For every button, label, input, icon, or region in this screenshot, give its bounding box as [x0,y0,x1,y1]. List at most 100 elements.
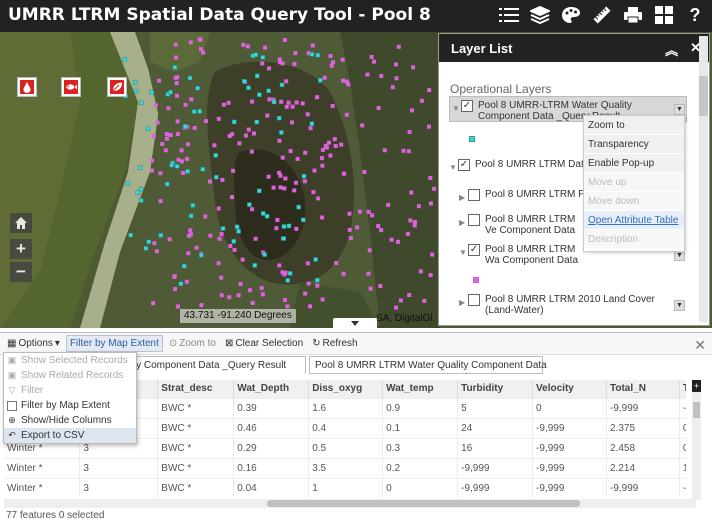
sample-point-marker[interactable] [253,236,258,241]
sample-point-marker[interactable] [174,55,178,60]
layer-row-water-quality[interactable]: ▼ ✓ Pool 8 UMRR LTRM Wa Component Data [459,244,585,266]
query-result-marker[interactable] [301,217,306,223]
sample-point-marker[interactable] [184,279,189,284]
sample-point-marker[interactable] [305,112,310,117]
sample-point-marker[interactable] [430,252,435,257]
sample-point-marker[interactable] [250,300,255,305]
zoom-to-button[interactable]: ⊙ Zoom to [166,336,219,351]
menu-export-to-csv[interactable]: ↶ Export to CSV [4,428,136,443]
sample-point-marker[interactable] [357,209,362,214]
sample-point-marker[interactable] [154,249,159,254]
query-result-marker[interactable] [145,126,151,132]
sample-point-marker[interactable] [308,304,313,309]
sample-point-marker[interactable] [183,102,188,107]
sample-point-marker[interactable] [198,37,203,42]
sample-point-marker[interactable] [393,62,398,67]
sample-point-marker[interactable] [348,236,353,241]
sample-point-marker[interactable] [192,125,197,130]
query-result-marker[interactable] [185,169,190,174]
scrollbar-thumb[interactable] [699,76,708,116]
sample-point-marker[interactable] [302,179,307,184]
layer-list-scrollbar[interactable] [699,36,708,322]
sample-point-marker[interactable] [303,291,308,296]
sample-point-marker[interactable] [428,201,433,206]
sample-point-marker[interactable] [219,275,224,280]
query-result-marker[interactable] [139,100,144,106]
query-result-marker[interactable] [168,90,173,95]
sample-point-marker[interactable] [310,43,315,48]
sample-point-marker[interactable] [328,153,333,158]
col-header-wat-depth[interactable]: Wat_Depth [233,380,310,398]
query-result-marker[interactable] [252,263,258,268]
sample-point-marker[interactable] [173,287,178,292]
sample-point-marker[interactable] [271,185,276,190]
sample-point-marker[interactable] [378,284,383,288]
sample-point-marker[interactable] [157,78,162,83]
sample-point-marker[interactable] [326,140,331,145]
sample-point-marker[interactable] [220,177,225,182]
sample-point-marker[interactable] [288,149,293,153]
sample-point-marker[interactable] [419,98,424,103]
zoom-in-button[interactable]: + [10,239,32,259]
sample-point-marker[interactable] [212,143,217,148]
sample-point-marker[interactable] [294,226,299,231]
query-result-marker[interactable] [254,119,260,125]
sample-point-marker[interactable] [219,293,224,298]
sample-point-marker[interactable] [322,75,327,80]
query-result-marker[interactable] [318,78,323,83]
sample-point-marker[interactable] [300,101,305,106]
query-result-marker[interactable] [260,55,266,60]
sample-point-marker[interactable] [175,132,180,137]
sample-point-marker[interactable] [228,244,233,248]
sample-point-marker[interactable] [333,144,338,148]
query-result-marker[interactable] [260,211,266,216]
sample-point-marker[interactable] [340,57,345,62]
sample-point-marker[interactable] [245,44,250,49]
sample-point-marker[interactable] [176,157,181,162]
sample-point-marker[interactable] [227,295,232,300]
refresh-button[interactable]: ↻ Refresh [309,336,360,351]
menu-transparency[interactable]: Transparency [584,135,684,154]
sample-point-marker[interactable] [238,282,243,287]
sample-point-marker[interactable] [282,186,287,191]
sample-point-marker[interactable] [250,207,255,212]
sample-point-marker[interactable] [376,224,381,229]
menu-filter-by-map-extent[interactable]: Filter by Map Extent [4,398,136,413]
expand-icon[interactable]: ▼ [459,247,468,258]
sample-point-marker[interactable] [216,206,221,211]
sample-point-marker[interactable] [153,103,158,108]
options-button[interactable]: ▦ Options ▾ [4,336,63,351]
query-result-marker[interactable] [149,90,154,95]
sample-point-marker[interactable] [164,132,169,136]
sample-point-marker[interactable] [405,231,410,236]
sample-point-marker[interactable] [166,106,171,111]
sample-point-marker[interactable] [203,214,208,219]
close-icon[interactable]: ✕ [694,337,706,354]
sample-point-marker[interactable] [236,293,241,298]
sample-point-marker[interactable] [152,241,157,246]
expand-icon[interactable]: ▶ [459,192,468,203]
sample-point-marker[interactable] [285,304,290,309]
sample-point-marker[interactable] [369,55,374,59]
query-result-marker[interactable] [276,115,282,121]
query-result-marker[interactable] [213,153,219,158]
sample-point-marker[interactable] [284,79,289,84]
sample-point-marker[interactable] [346,82,351,87]
sample-point-marker[interactable] [277,138,282,143]
query-result-marker[interactable] [236,229,241,234]
query-result-marker[interactable] [315,277,320,283]
sample-point-marker[interactable] [194,245,199,250]
sample-point-marker[interactable] [267,97,272,102]
query-result-marker[interactable] [287,271,293,276]
sample-point-marker[interactable] [379,73,384,78]
query-result-marker[interactable] [313,257,318,262]
sample-point-marker[interactable] [199,303,204,308]
sample-point-marker[interactable] [216,261,221,266]
sample-point-marker[interactable] [416,204,421,209]
sample-point-marker[interactable] [409,108,414,113]
query-result-marker[interactable] [279,130,284,135]
sample-point-marker[interactable] [167,237,172,242]
sample-point-marker[interactable] [330,104,335,108]
sample-point-marker[interactable] [342,171,346,176]
sample-point-marker[interactable] [237,141,242,146]
